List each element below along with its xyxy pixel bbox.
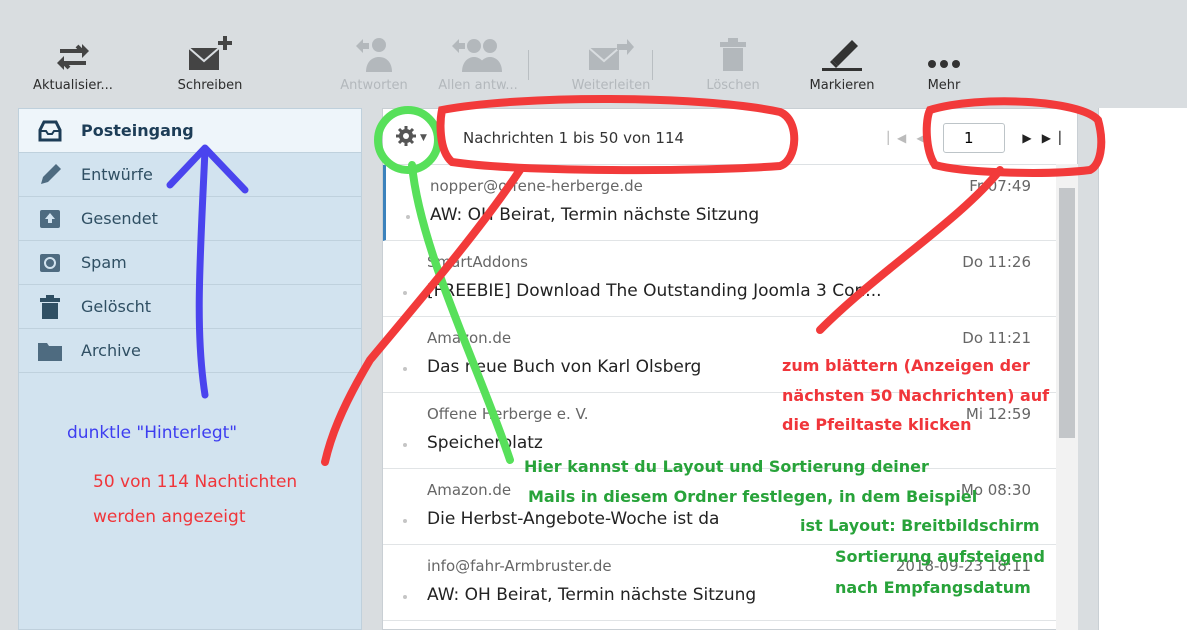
- refresh-label: Aktualisier...: [33, 78, 113, 93]
- forward-label: Weiterleiten: [571, 78, 651, 93]
- toolbar-divider: [652, 50, 653, 80]
- last-page-icon[interactable]: ▶▕: [1039, 125, 1063, 151]
- trash-icon: [37, 294, 63, 320]
- toolbar-divider: [528, 50, 529, 80]
- message-date: Fr 07:49: [969, 177, 1031, 195]
- list-header: ▼ Nachrichten 1 bis 50 von 114 ▏◀ ◀ ▶ ▶▕: [383, 109, 1077, 165]
- trash-icon: [703, 30, 763, 72]
- message-sender: info@fahr-Armbruster.de: [427, 557, 612, 575]
- folder-trash[interactable]: Gelöscht: [19, 285, 361, 329]
- inbox-icon: [37, 118, 63, 144]
- next-page-icon[interactable]: ▶: [1015, 125, 1039, 151]
- reply-all-button[interactable]: Allen antw...: [428, 30, 528, 100]
- folder-label: Archive: [81, 341, 141, 360]
- folder-sent[interactable]: Gesendet: [19, 197, 361, 241]
- message-sender: SmartAddons: [427, 253, 528, 271]
- compose-label: Schreiben: [177, 78, 243, 93]
- folder-spam[interactable]: Spam: [19, 241, 361, 285]
- reply-all-label: Allen antw...: [438, 78, 518, 93]
- reply-label: Antworten: [340, 78, 408, 93]
- message-subject: AW: OH Beirat, Termin nächste Sitzung: [427, 585, 757, 605]
- unread-dot: [403, 367, 407, 371]
- pagination: ▏◀ ◀ ▶ ▶▕: [885, 123, 1063, 153]
- message-subject: AW: OH Beirat, Termin nächste Sitzung: [430, 205, 760, 225]
- message-subject: Die Herbst-Angebote-Woche ist da: [427, 509, 720, 529]
- preview-pane: [1098, 108, 1187, 630]
- folder-label: Posteingang: [81, 121, 194, 140]
- annotation-red-right-1: zum blättern (Anzeigen der: [782, 356, 1030, 375]
- delete-label: Löschen: [706, 78, 760, 93]
- prev-page-icon[interactable]: ◀: [909, 125, 933, 151]
- more-button[interactable]: Mehr: [912, 30, 976, 100]
- pencil-icon: [37, 162, 63, 188]
- more-label: Mehr: [927, 78, 961, 93]
- message-sender: Amazon.de: [427, 481, 512, 499]
- unread-dot: [403, 519, 407, 523]
- mark-label: Markieren: [809, 78, 875, 93]
- reply-button[interactable]: Antworten: [322, 30, 426, 100]
- folder-archive[interactable]: Archive: [19, 329, 361, 373]
- mark-button[interactable]: Markieren: [792, 30, 892, 100]
- scrollbar[interactable]: ⌃: [1056, 164, 1078, 630]
- message-sender: nopper@offene-herberge.de: [430, 177, 643, 195]
- message-subject: [FREEBIE] Download The Outstanding Jooml…: [427, 281, 882, 301]
- message-row[interactable]: nopper@offene-herberge.de Fr 07:49 AW: O…: [383, 165, 1061, 241]
- message-date: Do 11:21: [962, 329, 1031, 347]
- reply-icon: [344, 30, 404, 72]
- message-sender: Offene Herberge e. V.: [427, 405, 589, 423]
- unread-dot: [403, 443, 407, 447]
- folder-inbox[interactable]: Posteingang: [19, 109, 361, 153]
- annotation-green-3: ist Layout: Breitbildschirm: [800, 516, 1040, 535]
- annotation-red-left-1: 50 von 114 Nachtichten: [93, 472, 298, 492]
- delete-button[interactable]: Löschen: [690, 30, 776, 100]
- forward-icon: [581, 30, 641, 72]
- pen-icon: [812, 30, 872, 72]
- annotation-blue: dunktle "Hinterlegt": [67, 423, 238, 443]
- archive-folder-icon: [37, 338, 63, 364]
- folder-list: Posteingang Entwürfe Gesendet Spam Gelös…: [18, 108, 362, 630]
- chevron-down-icon: ▼: [420, 133, 427, 143]
- folder-label: Spam: [81, 253, 127, 272]
- gear-icon: [395, 125, 417, 151]
- refresh-icon: [43, 30, 103, 72]
- refresh-button[interactable]: Aktualisier...: [18, 30, 128, 100]
- annotation-green-2: Mails in diesem Ordner festlegen, in dem…: [528, 487, 978, 506]
- message-row[interactable]: SmartAddons Do 11:26 [FREEBIE] Download …: [383, 241, 1061, 317]
- folder-label: Entwürfe: [81, 165, 153, 184]
- folder-label: Gelöscht: [81, 297, 152, 316]
- unread-dot: [403, 291, 407, 295]
- annotation-red-left-2: werden angezeigt: [93, 507, 246, 527]
- folder-label: Gesendet: [81, 209, 158, 228]
- annotation-green-4: Sortierung aufsteigend: [835, 547, 1045, 566]
- spam-icon: [37, 250, 63, 276]
- sent-icon: [37, 206, 63, 232]
- page-number-input[interactable]: [943, 123, 1005, 153]
- forward-button[interactable]: Weiterleiten: [556, 30, 666, 100]
- annotation-red-right-2: nächsten 50 Nachrichten) auf: [782, 386, 1050, 405]
- toolbar: Aktualisier... Schreiben Antworten Allen…: [0, 0, 1187, 104]
- scrollbar-thumb[interactable]: [1059, 188, 1075, 438]
- annotation-green-5: nach Empfangsdatum: [835, 578, 1031, 597]
- first-page-icon[interactable]: ▏◀: [885, 125, 909, 151]
- annotation-green-1: Hier kannst du Layout und Sortierung dei…: [524, 457, 929, 476]
- scroll-up-icon[interactable]: ⌃: [1061, 167, 1073, 183]
- unread-dot: [406, 215, 410, 219]
- list-options-button[interactable]: ▼: [395, 125, 429, 151]
- more-icon: [914, 30, 974, 72]
- folder-drafts[interactable]: Entwürfe: [19, 153, 361, 197]
- message-count: Nachrichten 1 bis 50 von 114: [463, 129, 685, 147]
- message-sender: Amazon.de: [427, 329, 512, 347]
- message-subject: Speicherplatz: [427, 433, 543, 453]
- reply-all-icon: [448, 30, 508, 72]
- compose-button[interactable]: Schreiben: [160, 30, 260, 100]
- compose-icon: [180, 30, 240, 72]
- message-date: Do 11:26: [962, 253, 1031, 271]
- unread-dot: [403, 595, 407, 599]
- message-subject: Das neue Buch von Karl Olsberg: [427, 357, 702, 377]
- annotation-red-right-3: die Pfeiltaste klicken: [782, 415, 972, 434]
